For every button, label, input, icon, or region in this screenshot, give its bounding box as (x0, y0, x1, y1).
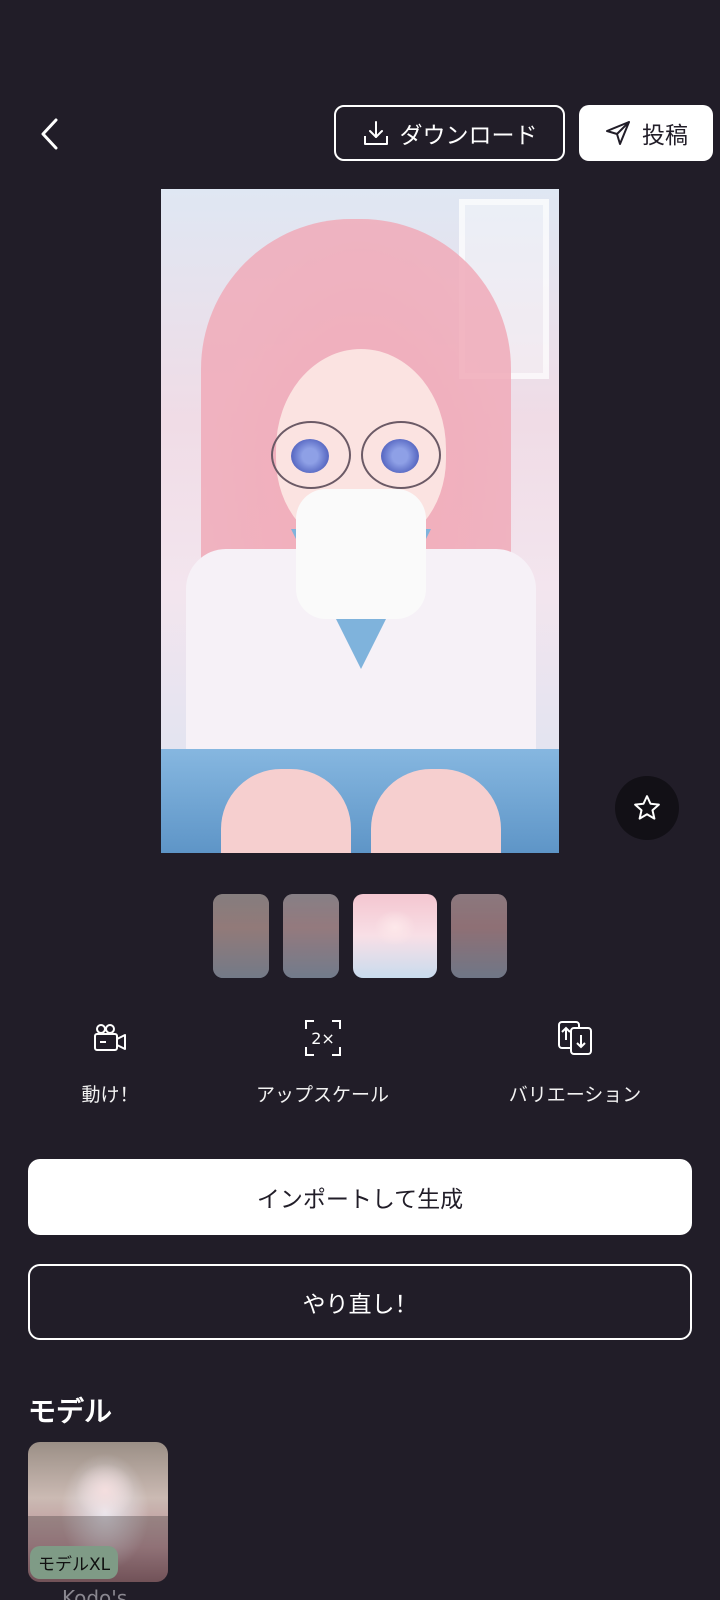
app-screen: ダウンロード 投稿 動け！ 2× アップスケール バリエーション インポートして… (0, 0, 720, 1600)
redo-button[interactable]: やり直し！ (28, 1264, 692, 1340)
upscale-label: アップスケール (255, 1084, 389, 1106)
favorite-button[interactable] (615, 776, 679, 840)
video-camera-icon (90, 1018, 130, 1058)
variation-button[interactable]: バリエーション (490, 1018, 660, 1107)
variation-icon (555, 1018, 595, 1058)
model-card[interactable]: モデルXL (28, 1442, 168, 1582)
star-icon (634, 795, 660, 820)
model-name: Kodo's (62, 1586, 128, 1600)
animate-label: 動け！ (81, 1084, 139, 1106)
post-button[interactable]: 投稿 (579, 105, 713, 161)
download-label: ダウンロード (399, 123, 538, 149)
upscale-button[interactable]: 2× アップスケール (230, 1018, 415, 1107)
model-section-title: モデル (28, 1395, 113, 1428)
upscale-icon-text: 2× (311, 1029, 335, 1048)
thumbnail-2[interactable] (283, 894, 339, 978)
animate-button[interactable]: 動け！ (60, 1018, 160, 1107)
thumbnail-1[interactable] (213, 894, 269, 978)
thumbnail-3-selected[interactable] (353, 894, 437, 978)
thumbnail-4[interactable] (451, 894, 507, 978)
download-icon (363, 121, 388, 145)
post-label: 投稿 (642, 123, 688, 149)
generated-image[interactable] (161, 189, 559, 853)
upscale-2x-icon: 2× (303, 1018, 343, 1058)
chevron-left-icon (41, 118, 58, 150)
send-icon (606, 121, 630, 145)
download-button[interactable]: ダウンロード (334, 105, 565, 161)
model-xl-badge: モデルXL (30, 1546, 119, 1579)
back-button[interactable] (30, 112, 70, 156)
variation-label: バリエーション (508, 1084, 642, 1106)
import-and-generate-button[interactable]: インポートして生成 (28, 1159, 692, 1235)
